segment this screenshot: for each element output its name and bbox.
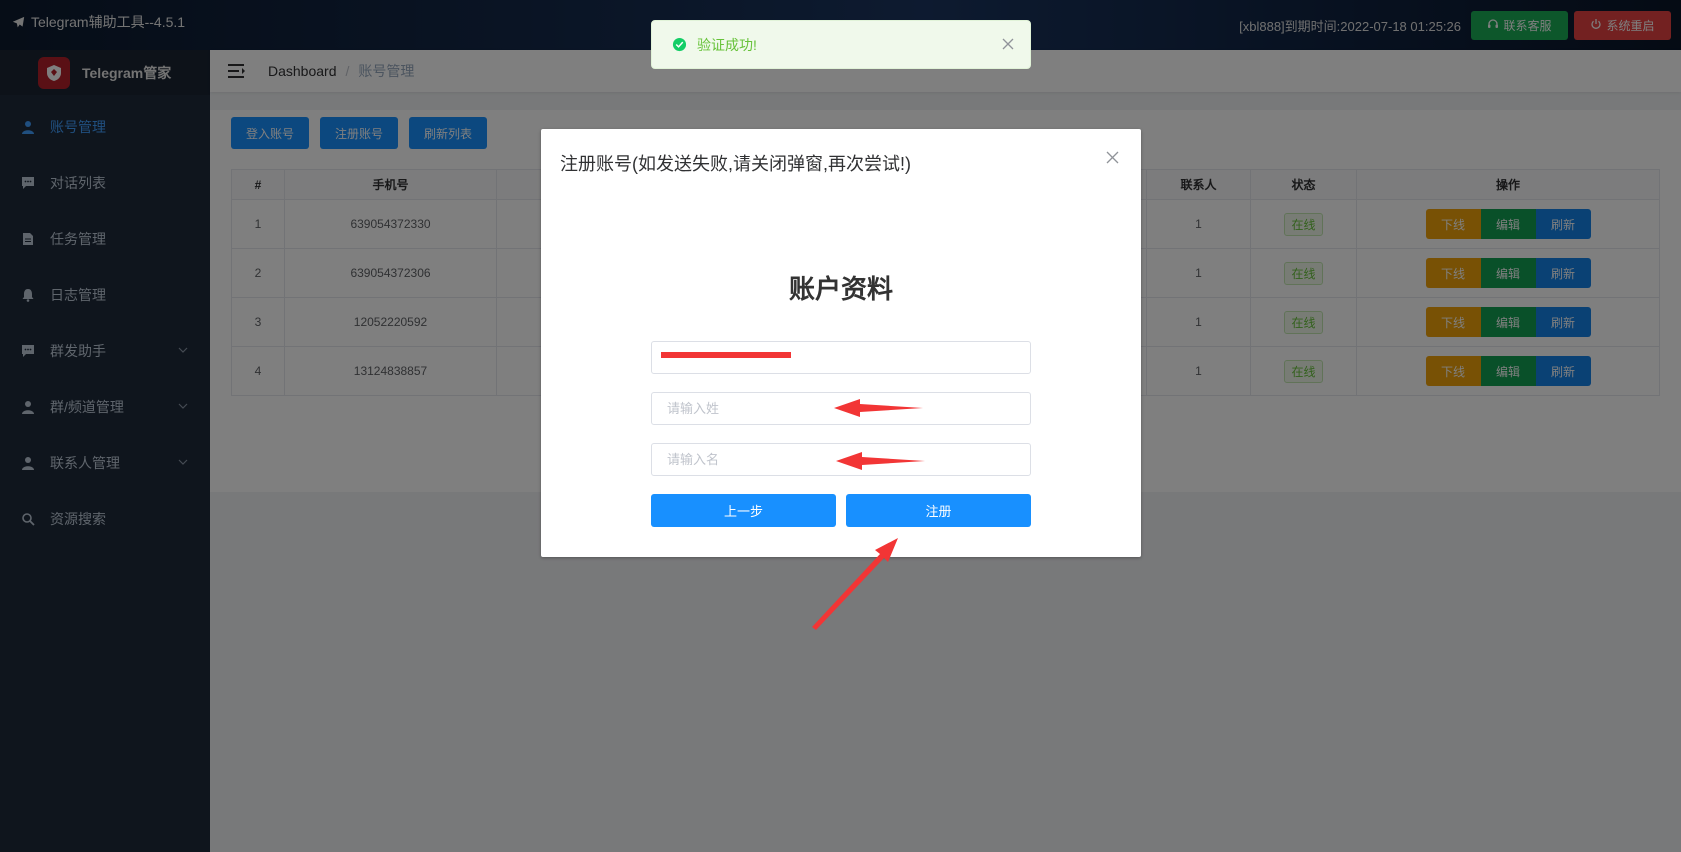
phone-field[interactable] [651, 341, 1031, 374]
notification-text: 验证成功! [697, 36, 757, 53]
previous-step-button[interactable]: 上一步 [651, 494, 836, 527]
register-dialog: 注册账号(如发送失败,请关闭弹窗,再次尝试!) 账户资料 上一步 注册 [541, 129, 1141, 557]
first-name-input[interactable] [652, 444, 1030, 475]
close-icon[interactable] [1002, 38, 1014, 50]
last-name-field[interactable] [651, 392, 1031, 425]
dialog-heading: 账户资料 [788, 274, 893, 304]
last-name-input[interactable] [652, 393, 1030, 424]
register-button[interactable]: 注册 [846, 494, 1031, 527]
redaction-mark [661, 352, 791, 358]
close-icon[interactable] [1106, 151, 1119, 164]
first-name-field[interactable] [651, 443, 1031, 476]
success-notification: 验证成功! [651, 20, 1031, 69]
dialog-title: 注册账号(如发送失败,请关闭弹窗,再次尝试!) [560, 154, 911, 174]
check-circle-icon [672, 37, 687, 52]
